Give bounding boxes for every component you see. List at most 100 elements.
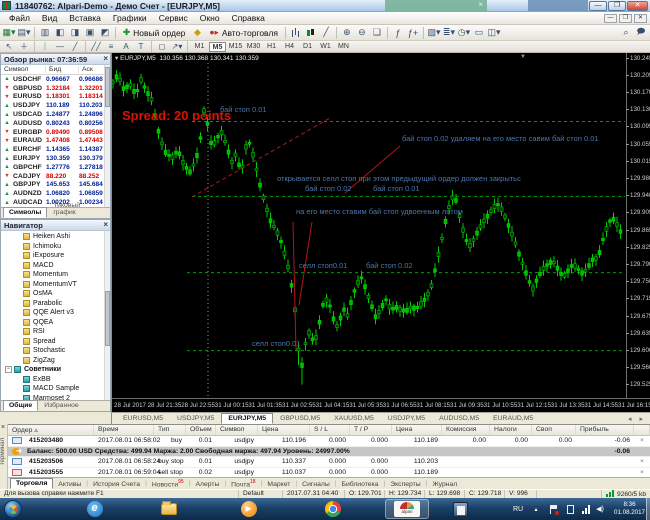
navigator-item-iExposure[interactable]: iExposure <box>1 251 110 261</box>
menu-Графики[interactable]: Графики <box>107 13 153 23</box>
collapse-icon[interactable]: − <box>5 366 12 373</box>
data-window-icon[interactable]: ◧ <box>53 26 67 39</box>
terminal-column-Ордер[interactable]: Ордер ▵ <box>8 425 94 435</box>
navigator-item-RSI[interactable]: RSI <box>1 327 110 337</box>
timeframe-H4[interactable]: H4 <box>281 42 298 52</box>
market-watch-row-GBPCHF[interactable]: ▲GBPCHF1.277761.27818 <box>1 163 110 172</box>
trendline-icon[interactable]: ╱ <box>68 40 82 53</box>
market-watch-toggle-icon[interactable]: ▥ <box>38 26 52 39</box>
navigator-item-QQEA[interactable]: QQEA <box>1 318 110 328</box>
action-center-flag-icon[interactable] <box>548 498 560 520</box>
navigator-item-MomentumVT[interactable]: MomentumVT <box>1 280 110 290</box>
crosshair-icon[interactable]: ＋ <box>17 40 31 53</box>
child-close-button[interactable]: ✕ <box>634 14 647 23</box>
network-icon[interactable] <box>580 498 592 520</box>
terminal-tab-Маркет[interactable]: Маркет <box>262 480 295 489</box>
market-watch-row-EURUSD[interactable]: ▼EURUSD1.183011.18314 <box>1 93 110 102</box>
timeframe-M30[interactable]: M30 <box>245 42 262 52</box>
timeframe-MN[interactable]: MN <box>335 42 352 52</box>
market-watch-scrollbar[interactable] <box>104 65 110 207</box>
tile-windows-icon[interactable]: ❏ <box>370 26 384 39</box>
terminal-tab-История Счета[interactable]: История Счета <box>88 480 145 489</box>
candlestick-plot[interactable]: Spread: 20 pointsбай стоп 0.01бай стоп 0… <box>112 63 626 398</box>
navigator-item-ExBB[interactable]: ExBB <box>1 375 110 385</box>
chart-tab-EURAUD,M5[interactable]: EURAUD,M5 <box>486 413 540 424</box>
menu-Вставка[interactable]: Вставка <box>63 13 107 23</box>
menu-Файл[interactable]: Файл <box>3 13 36 23</box>
chart-tab-scroll-arrows[interactable]: ◂ ▸ <box>628 415 646 423</box>
chart-tab-XAUUSD,M5[interactable]: XAUUSD,M5 <box>327 413 381 424</box>
show-desktop-button[interactable] <box>646 498 650 520</box>
navigator-item-OsMA[interactable]: OsMA <box>1 289 110 299</box>
terminal-column-T / P[interactable]: T / P <box>350 425 392 435</box>
new-chart-icon[interactable]: ▦▾ <box>2 26 16 39</box>
close-icon[interactable]: × <box>103 220 108 229</box>
navigator-item-MACD[interactable]: MACD <box>1 261 110 271</box>
tray-expand-icon[interactable]: ▴ <box>530 498 542 520</box>
market-watch-row-GBPJPY[interactable]: ▲GBPJPY145.653145.684 <box>1 181 110 190</box>
metaeditor-icon[interactable]: ◆ <box>190 26 204 39</box>
navigator-item-Momentum[interactable]: Momentum <box>1 270 110 280</box>
close-icon[interactable]: × <box>1 424 5 431</box>
navigator-item-MACD Sample[interactable]: MACD Sample <box>1 384 110 394</box>
chrome-icon[interactable] <box>324 501 341 517</box>
child-minimize-button[interactable]: — <box>604 14 617 23</box>
close-order-icon[interactable]: × <box>634 469 650 476</box>
arrow-tools-icon[interactable]: ↗▾ <box>170 40 184 53</box>
market-watch-row-USDJPY[interactable]: ▲USDJPY110.189110.203 <box>1 101 110 110</box>
close-order-icon[interactable]: × <box>634 437 650 444</box>
autoscroll-clock-icon[interactable]: ◷▾ <box>457 26 471 39</box>
terminal-tab-Эксперты[interactable]: Эксперты <box>385 480 425 489</box>
timeframe-M1[interactable]: M1 <box>191 42 208 52</box>
templates-icon[interactable]: ▨▾ <box>427 26 441 39</box>
windows-explorer-icon[interactable] <box>160 501 177 517</box>
terminal-tab-Новости[interactable]: Новости95 <box>147 478 189 489</box>
periods-icon[interactable]: ≣▾ <box>442 26 456 39</box>
market-watch-row-AUDUSD[interactable]: ▲AUDUSD0.802430.80256 <box>1 119 110 128</box>
profiles-icon[interactable]: ▤▾ <box>17 26 31 39</box>
chart-tab-GBPUSD,M5[interactable]: GBPUSD,M5 <box>273 413 327 424</box>
terminal-column-Налоги[interactable]: Налоги <box>490 425 532 435</box>
minimize-button[interactable]: — <box>589 1 607 11</box>
timeframe-M15[interactable]: M15 <box>227 42 244 52</box>
terminal-column-Объем[interactable]: Объем <box>186 425 216 435</box>
chart-tab-USDJPY,M5[interactable]: USDJPY,M5 <box>170 413 221 424</box>
terminal-order-row[interactable]: 4152034802017.08.01 06:58:02buy0.01usdjp… <box>8 436 650 447</box>
chart-tab-AUDUSD,M5[interactable]: AUDUSD,M5 <box>432 413 486 424</box>
add-indicator-icon[interactable]: ƒ+ <box>406 26 420 39</box>
terminal-tab-Библиотека[interactable]: Библиотека <box>337 480 384 489</box>
market-watch-row-EURJPY[interactable]: ▲EURJPY130.359130.379 <box>1 154 110 163</box>
restore-button[interactable]: ❐ <box>608 1 626 11</box>
text-label-icon[interactable]: T <box>134 40 148 53</box>
terminal-order-row[interactable]: 4152035062017.08.01 06:58:24buy stop0.01… <box>8 457 650 468</box>
vertical-line-icon[interactable]: ｜ <box>38 40 52 53</box>
market-watch-row-USDCHF[interactable]: ▲USDCHF0.966670.96686 <box>1 75 110 84</box>
timeframe-H1[interactable]: H1 <box>263 42 280 52</box>
market-watch-row-EURAUD[interactable]: ▼EURAUD1.474081.47443 <box>1 137 110 146</box>
terminal-tab-Журнал[interactable]: Журнал <box>427 480 462 489</box>
market-watch-row-CADJPY[interactable]: ▼CADJPY88.22088.252 <box>1 172 110 181</box>
status-profile[interactable]: Default <box>238 490 282 498</box>
text-icon[interactable]: A <box>119 40 133 53</box>
child-restore-button[interactable]: ❐ <box>619 14 632 23</box>
menu-Вид[interactable]: Вид <box>36 13 63 23</box>
market-watch-row-AUDNZD[interactable]: ▲AUDNZD1.068201.06859 <box>1 189 110 198</box>
close-order-icon[interactable]: × <box>634 458 650 465</box>
market-watch-tab-Тиковый график[interactable]: Тиковый график <box>47 200 110 218</box>
navigator-tab-Общие[interactable]: Общие <box>3 400 38 411</box>
terminal-tab-Почта[interactable]: Почта18 <box>226 478 260 489</box>
navigator-item-QQE Alert v3[interactable]: QQE Alert v3 <box>1 308 110 318</box>
terminal-tab-Сигналы[interactable]: Сигналы <box>297 480 335 489</box>
equidistant-channel-icon[interactable]: ╱╱ <box>89 40 103 53</box>
navigator-item-Ichimoku[interactable]: Ichimoku <box>1 242 110 252</box>
terminal-tab-Торговля[interactable]: Торговля <box>10 478 53 489</box>
terminal-column-Прибыль[interactable]: Прибыль <box>576 425 634 435</box>
timeframe-D1[interactable]: D1 <box>299 42 316 52</box>
search-icon[interactable]: ⌕ <box>619 26 633 39</box>
navigator-item-Parabolic[interactable]: Parabolic <box>1 299 110 309</box>
fibonacci-icon[interactable]: ≡ <box>104 40 118 53</box>
terminal-column-S / L[interactable]: S / L <box>310 425 350 435</box>
chart-shift-icon[interactable]: ▭ <box>472 26 486 39</box>
language-indicator[interactable]: RU <box>510 498 526 520</box>
chart-tab-USDJPY,M5[interactable]: USDJPY,M5 <box>381 413 432 424</box>
